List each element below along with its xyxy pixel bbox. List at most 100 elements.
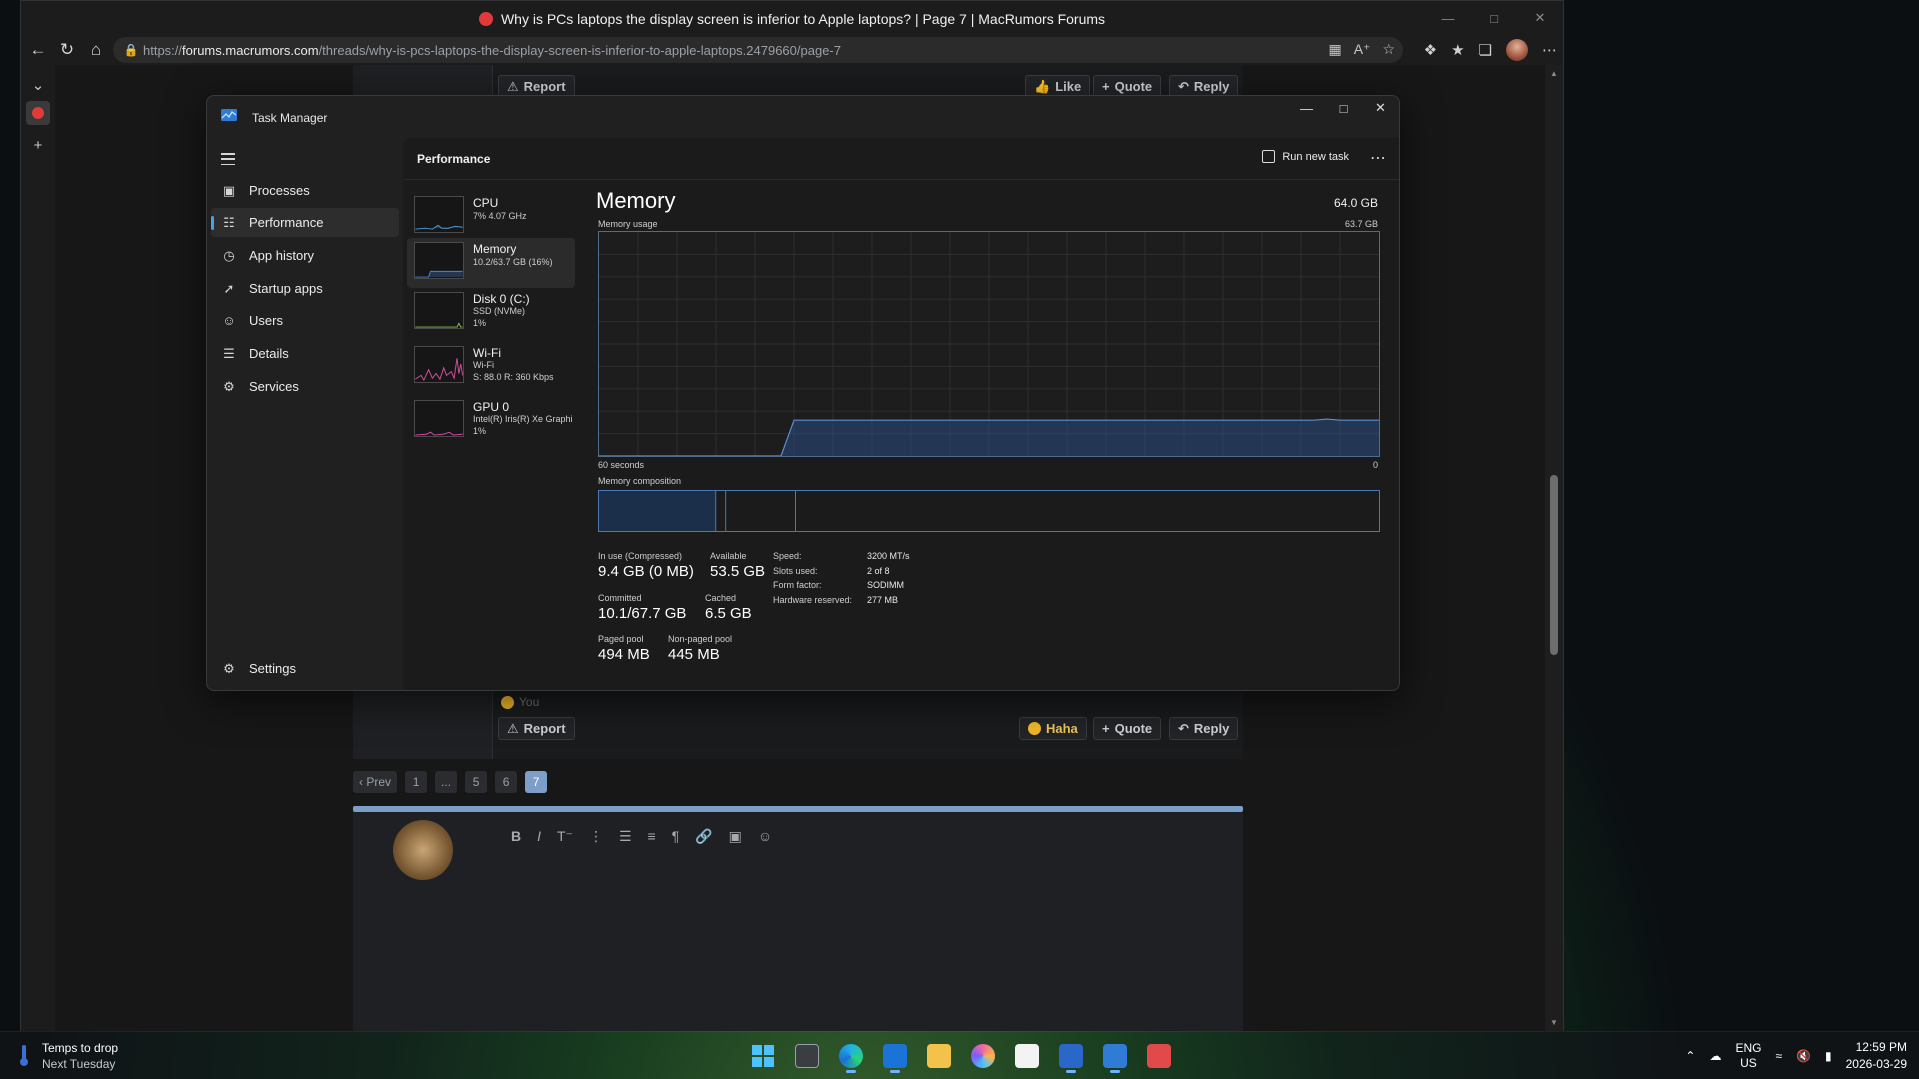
weather-text: Temps to drop Next Tuesday [42,1040,118,1072]
emoji-icon[interactable]: ☺ [758,828,772,845]
copilot-button[interactable] [965,1038,1001,1074]
maximize-button[interactable]: □ [1471,1,1517,35]
clock[interactable]: 12:59 PM 2026-03-29 [1846,1039,1907,1073]
file-explorer-button[interactable] [921,1038,957,1074]
system-tray: ⌃ ☁ ENG US ≈ 🔇 ▮ 12:59 PM 2026-03-29 [1685,1032,1907,1079]
scroll-down-icon[interactable]: ▼ [1545,1018,1563,1027]
minimize-button[interactable]: — [1425,1,1471,35]
word-button[interactable] [1053,1038,1089,1074]
link-icon[interactable]: 🔗 [695,828,712,845]
favorites-icon[interactable]: ★ [1451,41,1464,59]
memory-usage-max: 63.7 GB [1344,219,1378,229]
onedrive-cloud-icon[interactable]: ☁ [1709,1049,1721,1063]
vertical-tabs-sidebar: ⌄ + [21,65,55,1031]
current-page[interactable]: 7 [525,771,548,793]
chevron-down-icon[interactable]: ⌄ [26,73,50,97]
page-ellipsis[interactable]: ... [435,771,458,793]
battery-icon[interactable]: ▮ [1825,1049,1832,1063]
tab-macrumors[interactable] [26,101,50,125]
chevron-up-icon[interactable]: ⌃ [1685,1049,1695,1063]
list-icon[interactable]: ☰ [619,828,632,845]
read-aloud-icon[interactable]: A⁺ [1354,41,1371,58]
task-manager-titlebar[interactable]: Task Manager — □ ✕ [207,96,1399,138]
more-options-icon[interactable]: ⋯ [1542,41,1557,59]
processes-icon: ▣ [222,182,236,198]
refresh-icon[interactable]: ↻ [56,39,78,61]
profile-avatar[interactable] [1506,39,1528,61]
nav-app-history[interactable]: ◷ App history [211,241,399,270]
favorite-star-icon[interactable]: ☆ [1382,41,1395,58]
task-manager-taskbar-button[interactable] [1097,1038,1133,1074]
nav-settings[interactable]: ⚙ Settings [211,654,399,683]
reply-arrow-icon: ↶ [1178,78,1189,94]
resource-gpu[interactable]: GPU 0 Intel(R) Iris(R) Xe Graphi 1% [407,396,575,446]
store-icon [1015,1044,1039,1068]
more-vertical-icon[interactable]: ⋮ [589,828,603,845]
chevron-left-icon: ‹ [359,775,367,789]
more-options-icon[interactable]: ⋯ [1370,148,1387,168]
paragraph-icon[interactable]: ¶ [672,828,680,845]
scrollbar-thumb[interactable] [1550,475,1558,655]
page-link[interactable]: 5 [465,771,488,793]
minimize-button[interactable]: — [1288,96,1325,120]
resource-cpu[interactable]: CPU 7% 4.07 GHz [407,192,575,242]
run-new-task-button[interactable]: Run new task [1262,150,1349,163]
snipping-tool-button[interactable] [1141,1038,1177,1074]
nav-startup-apps[interactable]: ➚ Startup apps [211,274,399,303]
nav-performance[interactable]: ☷ Performance [211,208,399,237]
word-icon [1059,1044,1083,1068]
edge-button[interactable] [833,1038,869,1074]
hamburger-menu-icon[interactable] [221,153,235,165]
nav-details[interactable]: ☰ Details [211,339,399,368]
macrumors-favicon-icon [478,12,493,26]
nav-processes[interactable]: ▣ Processes [211,176,399,205]
plus-icon: + [1102,79,1110,94]
lock-icon[interactable]: 🔒 [119,43,143,57]
wifi-icon[interactable]: ≈ [1775,1049,1782,1063]
bold-icon[interactable]: B [511,828,521,845]
prev-page-button[interactable]: ‹ Prev [353,771,398,793]
reaction-summary[interactable]: You [501,695,539,709]
start-button[interactable] [745,1038,781,1074]
close-button[interactable]: ✕ [1362,96,1399,120]
back-icon[interactable]: ← [27,39,49,61]
app-available-icon[interactable]: ▦ [1328,41,1341,58]
address-bar[interactable]: 🔒 https://forums.macrumors.com/threads/w… [113,37,1403,63]
resource-disk[interactable]: Disk 0 (C:) SSD (NVMe) 1% [407,288,575,338]
align-icon[interactable]: ≡ [648,828,656,845]
clock-time: 12:59 PM [1855,1040,1907,1054]
text-style-icon[interactable]: T⁻ [557,828,573,845]
new-tab-plus-icon[interactable]: + [26,133,50,157]
task-view-button[interactable] [789,1038,825,1074]
memory-composition-bar [598,490,1380,532]
page-scrollbar[interactable]: ▲ ▼ [1545,65,1563,1031]
italic-icon[interactable]: I [537,828,541,845]
users-icon: ☺ [222,313,236,328]
collections-icon[interactable]: ❏ [1479,41,1492,59]
report-button[interactable]: ⚠ Report [498,717,575,740]
nav-services[interactable]: ⚙ Services [211,372,399,401]
resource-wifi[interactable]: Wi-Fi Wi-Fi S: 88.0 R: 360 Kbps [407,342,575,392]
resource-memory[interactable]: Memory 10.2/63.7 GB (16%) [407,238,575,288]
haha-reaction-button[interactable]: Haha [1019,717,1087,740]
page-link[interactable]: 6 [495,771,518,793]
volume-muted-icon[interactable]: 🔇 [1796,1049,1811,1063]
outlook-button[interactable] [877,1038,913,1074]
reply-button[interactable]: ↶ Reply [1169,717,1239,740]
image-icon[interactable]: ▣ [729,828,742,845]
url-text[interactable]: https://forums.macrumors.com/threads/why… [143,43,841,58]
language-indicator[interactable]: ENG US [1735,1041,1761,1071]
close-button[interactable]: ✕ [1517,1,1563,35]
home-icon[interactable]: ⌂ [85,39,107,61]
page-link[interactable]: 1 [405,771,428,793]
weather-widget[interactable]: Temps to drop Next Tuesday [16,1040,118,1072]
quote-button[interactable]: + Quote [1093,717,1162,740]
maximize-button[interactable]: □ [1325,96,1362,120]
run-task-icon [1262,150,1276,163]
keyboard-region: US [1740,1056,1757,1070]
store-button[interactable] [1009,1038,1045,1074]
nav-users[interactable]: ☺ Users [211,306,399,335]
scroll-up-icon[interactable]: ▲ [1545,69,1563,78]
paged-pool-value: 494 MB [598,646,650,663]
extensions-icon[interactable]: ❖ [1424,41,1437,59]
